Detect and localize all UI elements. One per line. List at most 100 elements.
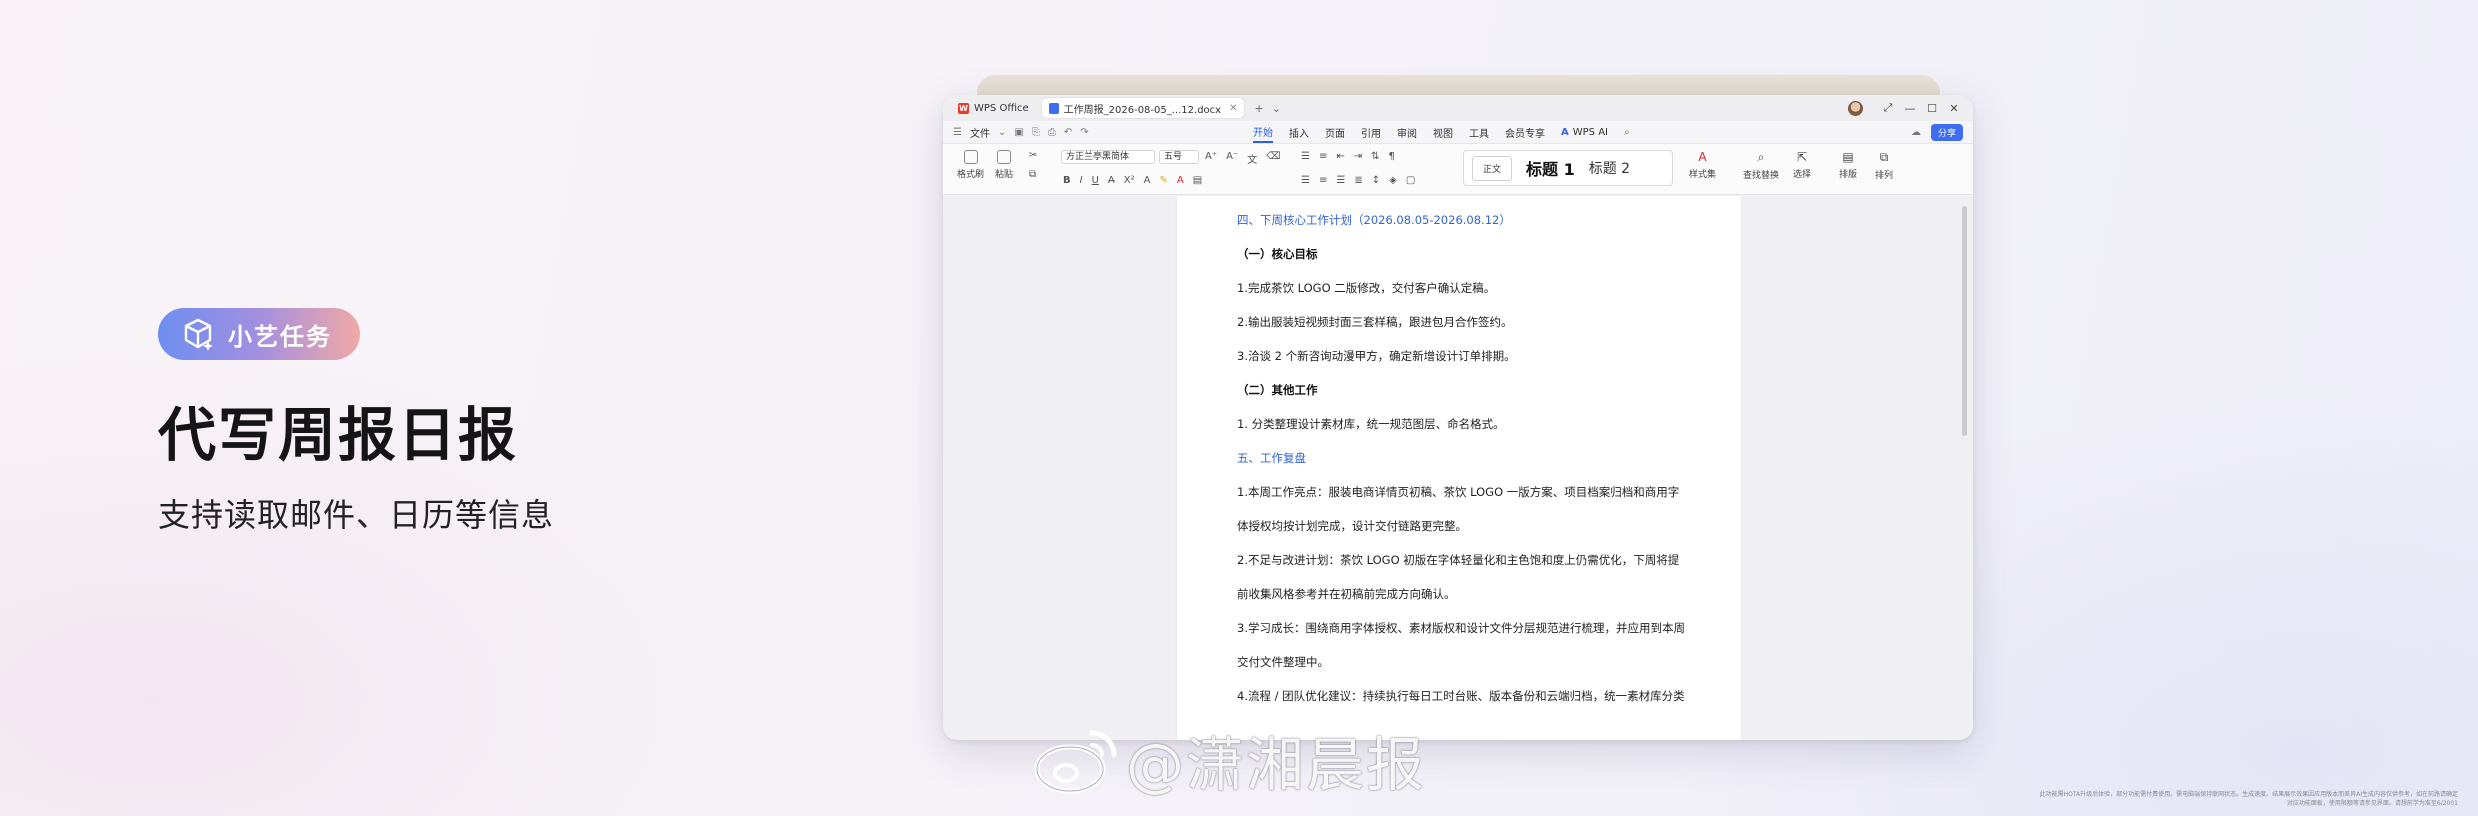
tab-wps-office[interactable]: W WPS Office [951, 98, 1036, 118]
close-tab-icon[interactable]: ✕ [1229, 103, 1237, 114]
font-tools-bottom: B I U A̶ X² A ✎ A ▤ [1063, 175, 1202, 186]
paragraph-tools-top: ☰ ≡ ⇤ ⇥ ⇅ ¶ [1301, 151, 1395, 162]
quick-access: ☰ 文件 ⌄ ▣ ⎘ ⎙ ↶ ↷ [953, 125, 1253, 140]
promo-section: 小艺任务 代写周报日报 支持读取邮件、日历等信息 [158, 308, 554, 536]
doc-line: 2.不足与改进计划：茶饮 LOGO 初版在字体轻量化和主色饱和度上仍需优化，下周… [1237, 553, 1680, 567]
weibo-logo-icon [1034, 730, 1117, 794]
arrange-button[interactable]: ⧉ 排列 [1875, 150, 1893, 181]
underline-icon[interactable]: U [1092, 175, 1099, 186]
text-effect-icon[interactable]: A [1144, 175, 1151, 186]
style-heading-2[interactable]: 标题 2 [1589, 158, 1630, 178]
find-replace-label: 查找替换 [1743, 171, 1780, 181]
shrink-font-icon[interactable]: A⁻ [1226, 151, 1238, 166]
italic-icon[interactable]: I [1080, 175, 1083, 186]
tab-review[interactable]: 审阅 [1397, 123, 1417, 142]
doc-line: 前收集风格参考并在初稿前完成方向确认。 [1237, 587, 1456, 601]
close-icon[interactable]: ✕ [1943, 102, 1965, 115]
cloud-icon[interactable]: ☁ [1911, 127, 1921, 138]
layout-label: 排版 [1839, 170, 1858, 180]
cut-icon[interactable]: ✂ [1029, 150, 1037, 161]
share-button[interactable]: 分享 [1930, 123, 1963, 141]
cube-sparkle-icon [184, 318, 213, 351]
font-tools-top: A⁺ A⁻ 文 ⌫ [1205, 151, 1280, 166]
clear-format-icon[interactable]: ⌫ [1266, 151, 1280, 166]
grow-font-icon[interactable]: A⁺ [1205, 151, 1217, 166]
paste-label: 粘贴 [995, 170, 1014, 180]
style-heading-1[interactable]: 标题 1 [1526, 156, 1575, 180]
style-gallery: 正文 标题 1 标题 2 [1463, 150, 1673, 186]
wps-logo-icon: W [958, 102, 969, 114]
strikethrough-icon[interactable]: A̶ [1108, 175, 1115, 186]
chevron-down-icon[interactable]: ⌄ [998, 127, 1006, 138]
tab-home[interactable]: 开始 [1253, 122, 1273, 143]
clipboard-tools: ✂ ⧉ [1029, 150, 1037, 180]
export-icon[interactable]: ⎘ [1032, 127, 1040, 138]
select-button[interactable]: ⇱ 选择 [1793, 150, 1811, 180]
menu-bar: ☰ 文件 ⌄ ▣ ⎘ ⎙ ↶ ↷ 开始 插入 页面 引用 审阅 视图 工具 会员… [943, 121, 1973, 143]
find-replace-button[interactable]: ⌕ 查找替换 [1743, 150, 1779, 181]
highlight-icon[interactable]: ✎ [1159, 175, 1167, 186]
save-icon[interactable]: ▣ [1014, 127, 1023, 138]
chevron-down-icon[interactable]: ⌄ [1272, 102, 1281, 115]
maximize-icon[interactable]: ☐ [1921, 102, 1943, 115]
file-menu[interactable]: 文件 [970, 125, 990, 140]
font-name-select[interactable]: 方正兰亭黑简体 [1061, 150, 1155, 164]
shading-icon[interactable]: ◈ [1389, 175, 1397, 186]
tab-view[interactable]: 视图 [1433, 123, 1453, 142]
tab-member[interactable]: 会员专享 [1505, 123, 1545, 142]
align-center-icon[interactable]: ≡ [1319, 175, 1327, 186]
superscript-icon[interactable]: X² [1124, 175, 1135, 186]
new-tab-icon[interactable]: + [1254, 102, 1263, 115]
phonetic-icon[interactable]: 文 [1247, 151, 1257, 166]
cursor-icon: ⇱ [1796, 150, 1808, 164]
show-marks-icon[interactable]: ¶ [1389, 151, 1395, 162]
search-icon[interactable]: ⌕ [1624, 127, 1630, 138]
style-normal[interactable]: 正文 [1472, 155, 1513, 181]
format-painter-label: 格式刷 [957, 170, 985, 180]
document-page[interactable]: 四、下周核心工作计划（2026.08.05-2026.08.12） （一）核心目… [1177, 196, 1741, 740]
increase-indent-icon[interactable]: ⇥ [1354, 151, 1362, 162]
title-bar: W WPS Office 工作周报_2026-08-05_...12.docx … [943, 95, 1973, 121]
tab-document[interactable]: 工作周报_2026-08-05_...12.docx ✕ [1041, 98, 1245, 118]
doc-line: （一）核心目标 [1237, 247, 1318, 261]
tab-references[interactable]: 引用 [1361, 123, 1381, 142]
sort-icon[interactable]: ⇅ [1371, 151, 1379, 162]
undo-icon[interactable]: ↶ [1064, 127, 1072, 138]
doc-line: 体授权均按计划完成，设计交付链路更完整。 [1237, 519, 1467, 533]
tab-page[interactable]: 页面 [1325, 123, 1345, 142]
tab-tools[interactable]: 工具 [1469, 123, 1489, 142]
doc-line: 2.输出服装短视频封面三套样稿，跟进包月合作签约。 [1237, 315, 1513, 329]
magnifier-icon: ⌕ [1757, 150, 1765, 164]
font-selectors: 方正兰亭黑简体 五号 [1061, 150, 1199, 164]
justify-icon[interactable]: ≣ [1354, 175, 1362, 186]
watermark-text: @潇湘晨报 [1126, 731, 1427, 799]
avatar[interactable] [1848, 100, 1863, 116]
numbered-list-icon[interactable]: ≡ [1319, 151, 1327, 162]
format-painter-button[interactable]: 格式刷 [957, 150, 984, 180]
border-icon[interactable]: ▢ [1406, 175, 1415, 186]
paste-button[interactable]: 粘贴 [995, 150, 1013, 180]
bold-icon[interactable]: B [1063, 175, 1071, 186]
font-color-icon[interactable]: A [1177, 175, 1184, 186]
bullet-list-icon[interactable]: ☰ [1301, 151, 1310, 162]
redo-icon[interactable]: ↷ [1080, 127, 1088, 138]
char-shading-icon[interactable]: ▤ [1193, 175, 1202, 186]
brush-icon [963, 150, 978, 164]
line-spacing-icon[interactable]: ↕ [1372, 175, 1380, 186]
layout-button[interactable]: ▤ 排版 [1839, 150, 1857, 180]
font-size-select[interactable]: 五号 [1159, 150, 1199, 164]
copy-icon[interactable]: ⧉ [1029, 169, 1037, 180]
restore-icon[interactable]: ⤢ [1877, 101, 1899, 115]
align-right-icon[interactable]: ☰ [1336, 175, 1345, 186]
style-set-button[interactable]: A 样式集 [1689, 150, 1716, 180]
vertical-scrollbar[interactable] [1962, 206, 1967, 436]
tab-insert[interactable]: 插入 [1289, 123, 1309, 142]
align-left-icon[interactable]: ☰ [1301, 175, 1310, 186]
print-icon[interactable]: ⎙ [1048, 127, 1056, 138]
hamburger-icon[interactable]: ☰ [953, 127, 962, 138]
wps-ai-button[interactable]: A WPS AI [1561, 127, 1608, 138]
decrease-indent-icon[interactable]: ⇤ [1336, 151, 1344, 162]
doc-line: 五、工作复盘 [1237, 451, 1306, 465]
minimize-icon[interactable]: — [1899, 102, 1921, 115]
select-label: 选择 [1793, 170, 1812, 180]
